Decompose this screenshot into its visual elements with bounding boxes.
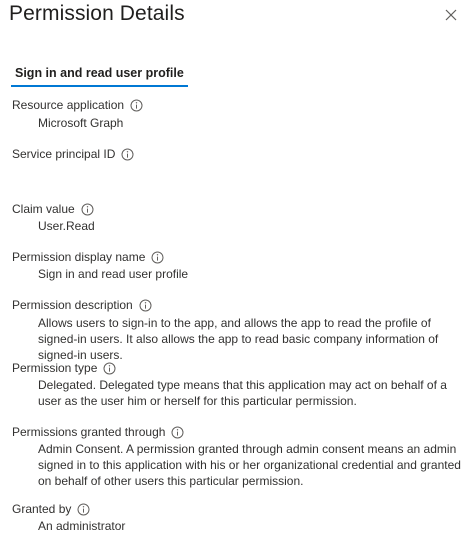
info-icon[interactable] — [171, 426, 184, 439]
permission-description-label: Permission description — [12, 297, 152, 313]
field-label-text: Granted by — [12, 502, 72, 516]
info-icon[interactable] — [151, 251, 164, 264]
service-principal-id-label: Service principal ID — [12, 146, 134, 162]
field-label-text: Resource application — [12, 98, 125, 112]
permission-display-name-value: Sign in and read user profile — [38, 267, 189, 281]
field-label-text: Permissions granted through — [12, 425, 166, 439]
resource-application-value: Microsoft Graph — [38, 116, 124, 130]
tab-label: Sign in and read user profile — [15, 66, 184, 80]
info-icon[interactable] — [77, 503, 90, 516]
permission-type-label: Permission type — [12, 360, 116, 376]
permissions-granted-through-label: Permissions granted through — [12, 424, 184, 440]
close-button[interactable] — [441, 5, 461, 25]
field-label-text: Permission display name — [12, 250, 146, 264]
claim-value-value: User.Read — [38, 219, 95, 233]
permissions-granted-through-value: Admin Consent. A permission granted thro… — [38, 442, 461, 488]
field-label-text: Claim value — [12, 202, 75, 216]
field-label-text: Permission type — [12, 361, 98, 375]
info-icon[interactable] — [130, 99, 143, 112]
info-icon[interactable] — [121, 148, 134, 161]
tab-selected-indicator — [11, 85, 188, 87]
panel-title: Permission Details — [9, 2, 185, 25]
claim-value-label: Claim value — [12, 201, 94, 217]
tab-sign-in-and-read-user-profile[interactable]: Sign in and read user profile — [11, 62, 188, 87]
granted-by-value: An administrator — [38, 519, 126, 533]
info-icon[interactable] — [81, 203, 94, 216]
permission-type-value: Delegated. Delegated type means that thi… — [38, 378, 447, 408]
field-label-text: Service principal ID — [12, 147, 116, 161]
field-label-text: Permission description — [12, 298, 133, 312]
info-icon[interactable] — [103, 362, 116, 375]
resource-application-label: Resource application — [12, 97, 143, 113]
permission-display-name-label: Permission display name — [12, 249, 164, 265]
permission-description-value: Allows users to sign-in to the app, and … — [38, 316, 439, 362]
granted-by-label: Granted by — [12, 501, 90, 517]
close-icon — [445, 9, 457, 21]
info-icon[interactable] — [139, 299, 152, 312]
